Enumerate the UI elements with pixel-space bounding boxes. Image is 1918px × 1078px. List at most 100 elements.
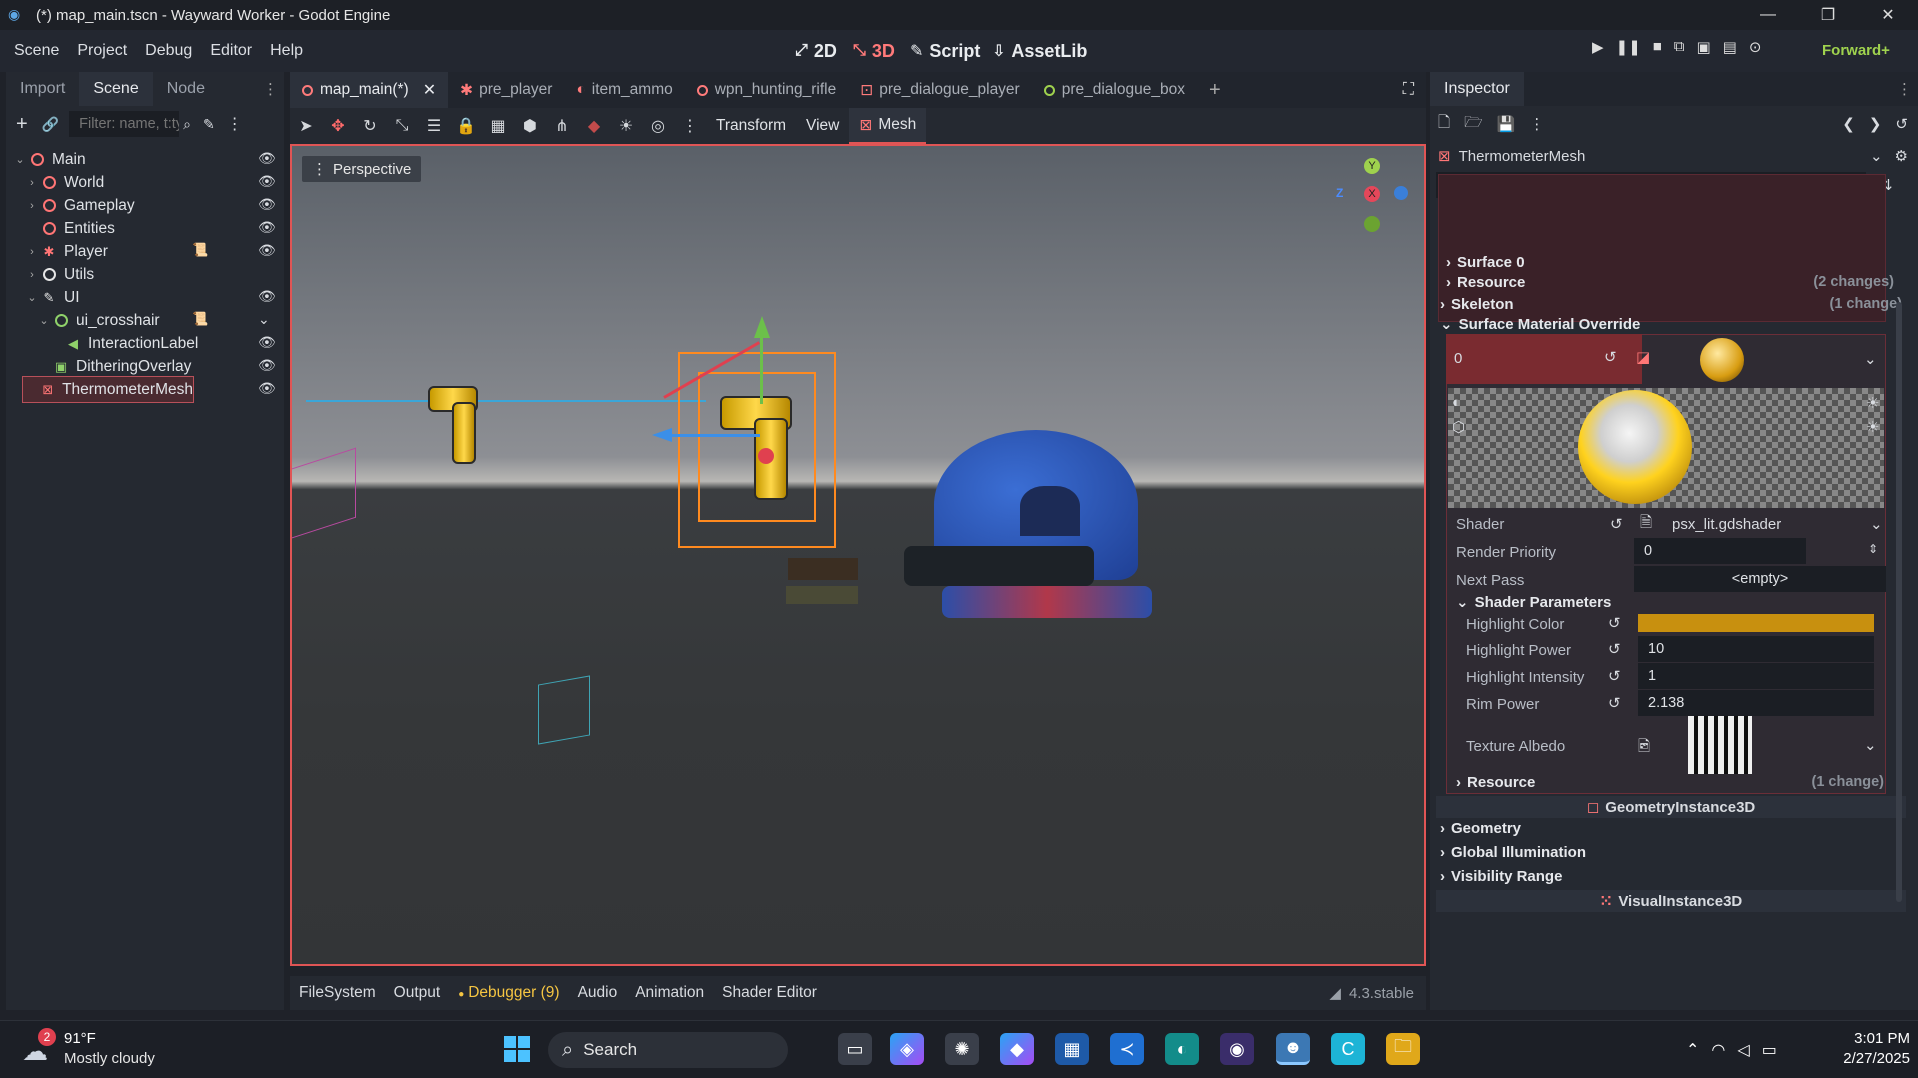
play-scene-icon[interactable]: ▣ <box>1696 38 1710 56</box>
shader-value[interactable]: psx_lit.gdshader <box>1672 516 1781 533</box>
lock-icon[interactable]: 🔒 <box>450 110 482 142</box>
chevron-right-icon[interactable]: › <box>24 246 40 258</box>
preview-sphere-icon[interactable]: ◐ <box>1452 394 1461 411</box>
local-space-icon[interactable]: ⬢ <box>514 110 546 142</box>
preview-sun-icon[interactable]: ◆ <box>578 110 610 142</box>
tab-shader-editor[interactable]: Shader Editor <box>713 984 826 1002</box>
scene-tab[interactable]: map_main(*) ✕ <box>290 72 449 108</box>
move-gizmo-y-arrow[interactable] <box>754 316 770 338</box>
resource-section[interactable]: › Resource (2 changes) <box>1446 270 1894 294</box>
script-icon[interactable]: 📜 <box>192 242 208 258</box>
save-resource-icon[interactable]: 💾 <box>1497 115 1516 133</box>
list-select-icon[interactable]: ☰ <box>418 110 450 142</box>
back-icon[interactable]: ❮ <box>1842 115 1855 133</box>
forward-icon[interactable]: ❯ <box>1869 115 1882 133</box>
preview-light-icon[interactable]: ☀ <box>1866 394 1879 412</box>
menu-scene[interactable]: Scene <box>14 42 59 60</box>
revert-icon[interactable]: ↺ <box>1608 667 1621 685</box>
menu-debug[interactable]: Debug <box>145 42 192 60</box>
environment-icon[interactable]: ◎ <box>642 110 674 142</box>
visibility-eye-icon[interactable]: 👁 <box>258 357 276 374</box>
edge-icon[interactable]: ◐ <box>1165 1033 1199 1065</box>
history-icon[interactable]: ↺ <box>1895 115 1908 133</box>
close-tab-icon[interactable]: ✕ <box>423 80 436 100</box>
scene-tab[interactable]: ⊡ pre_dialogue_player <box>848 72 1031 108</box>
github-icon[interactable]: ◉ <box>1220 1033 1254 1065</box>
dock-menu-icon[interactable]: ⋮ <box>1897 80 1912 98</box>
chevron-right-icon[interactable]: › <box>24 269 40 281</box>
remote-debug-icon[interactable]: ⧉ <box>1674 38 1685 56</box>
canva-icon[interactable]: C <box>1331 1033 1365 1065</box>
link-icon[interactable]: 🔗 <box>42 116 59 133</box>
taskbar-search[interactable]: ⌕ Search <box>548 1032 788 1068</box>
visibility-eye-icon[interactable]: 👁 <box>258 242 276 259</box>
chevron-down-icon[interactable]: ⌄ <box>258 311 270 328</box>
scene-menu-icon[interactable]: ⋮ <box>227 114 243 134</box>
tab-audio[interactable]: Audio <box>569 984 627 1002</box>
tab-inspector[interactable]: Inspector <box>1430 72 1524 106</box>
move-gizmo-z[interactable] <box>660 434 760 437</box>
chevron-down-icon[interactable]: ⌄ <box>12 153 28 166</box>
battery-icon[interactable]: ▭ <box>1762 1040 1777 1060</box>
menu-help[interactable]: Help <box>270 42 303 60</box>
view-menu[interactable]: View <box>796 117 849 135</box>
gizmo-z[interactable]: Z <box>1336 186 1350 200</box>
inspector-scrollbar[interactable] <box>1896 302 1902 902</box>
chevron-down-icon[interactable]: ⌄ <box>24 291 40 304</box>
preview-cube-icon[interactable]: ⬡ <box>1452 418 1465 436</box>
tab-output[interactable]: Output <box>385 984 450 1002</box>
tab-filesystem[interactable]: FileSystem <box>290 984 385 1002</box>
gizmo-center[interactable] <box>758 448 774 464</box>
store-icon[interactable]: ▦ <box>1055 1033 1089 1065</box>
snap-icon[interactable]: ⋔ <box>546 110 578 142</box>
visibility-eye-icon[interactable]: 👁 <box>258 173 276 190</box>
godot-icon[interactable]: ☻ <box>1276 1033 1310 1065</box>
tab-scene[interactable]: Scene <box>79 72 153 106</box>
renderer-select[interactable]: Forward+ <box>1822 42 1890 59</box>
scene-tab[interactable]: pre_dialogue_box <box>1032 72 1197 108</box>
geometry-section[interactable]: › Geometry <box>1440 816 1908 840</box>
version-label[interactable]: ◢ 4.3.stable <box>1329 984 1414 1002</box>
workspace-3d[interactable]: ⤡ 3D <box>853 30 895 72</box>
object-menu-icon[interactable]: ⚙ <box>1895 147 1908 165</box>
chevron-down-icon[interactable]: ⌄ <box>1864 350 1877 368</box>
spinner-icon[interactable]: ⇕ <box>1868 542 1878 556</box>
menu-editor[interactable]: Editor <box>210 42 252 60</box>
select-tool-icon[interactable]: ➤ <box>290 110 322 142</box>
windows-start-icon[interactable] <box>500 1033 534 1065</box>
dock-menu-icon[interactable]: ⋮ <box>263 80 278 98</box>
chatgpt-icon[interactable]: ✺ <box>945 1033 979 1065</box>
chevron-right-icon[interactable]: › <box>24 200 40 212</box>
scene-tab[interactable]: ◐ item_ammo <box>564 72 684 108</box>
shader-params-section[interactable]: ⌄ Shader Parameters <box>1456 590 1908 614</box>
m365-icon[interactable]: ◆ <box>1000 1033 1034 1065</box>
sun-icon[interactable]: ☀ <box>610 110 642 142</box>
material-resource-section[interactable]: › Resource (1 change) <box>1456 770 1884 794</box>
chevron-down-icon[interactable]: ⌄ <box>1864 736 1877 754</box>
highlight-power-field[interactable]: 10 <box>1638 636 1874 662</box>
gizmo-neg-y[interactable] <box>1364 216 1380 232</box>
maximize-button[interactable]: ❐ <box>1798 0 1858 30</box>
visibility-eye-icon[interactable]: 👁 <box>258 219 276 236</box>
chevron-down-icon[interactable]: ⌄ <box>36 314 52 327</box>
visibility-range-section[interactable]: › Visibility Range <box>1440 864 1908 888</box>
axis-gizmo[interactable]: Y Z X <box>1332 158 1412 238</box>
distraction-free-icon[interactable]: ⛶ <box>1403 81 1414 99</box>
tab-debugger[interactable]: ● Debugger (9) <box>449 984 568 1002</box>
visibility-eye-icon[interactable]: 👁 <box>258 196 276 213</box>
scene-tab[interactable]: ✱ pre_player <box>448 72 564 108</box>
clock-date[interactable]: 2/27/2025 <box>1820 1050 1910 1067</box>
play-icon[interactable]: ▶ <box>1592 38 1604 56</box>
workspace-assetlib[interactable]: ⇩ AssetLib <box>992 30 1087 72</box>
task-view-icon[interactable]: ▭ <box>838 1033 872 1065</box>
group-icon[interactable]: ▦ <box>482 110 514 142</box>
visibility-eye-icon[interactable]: 👁 <box>258 288 276 305</box>
more-icon[interactable]: ⋮ <box>1529 115 1544 133</box>
revert-icon[interactable]: ↺ <box>1604 348 1617 366</box>
copilot-icon[interactable]: ◈ <box>890 1033 924 1065</box>
node-selector[interactable]: ⊠ ThermometerMesh ⌄ ⚙ <box>1438 142 1908 170</box>
workspace-2d[interactable]: ⤢ 2D <box>795 30 837 72</box>
transform-menu[interactable]: Transform <box>706 117 796 135</box>
gizmo-neg-z[interactable] <box>1394 186 1408 200</box>
gizmo-x[interactable]: X <box>1364 186 1380 202</box>
